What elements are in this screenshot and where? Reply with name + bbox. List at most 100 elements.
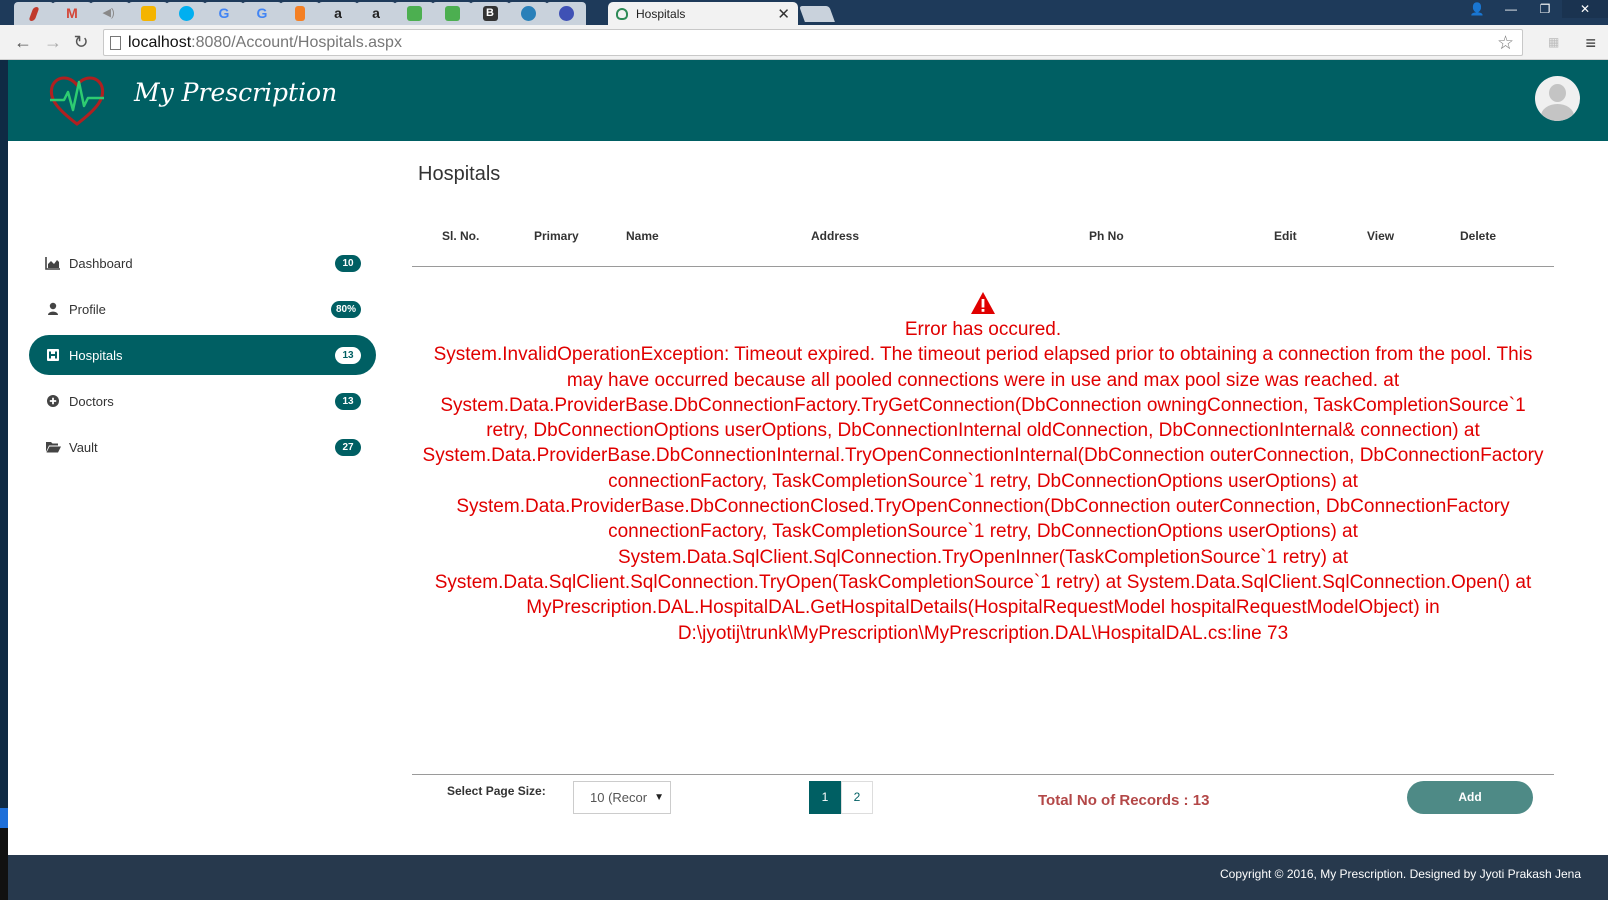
- column-header-address: Address: [811, 229, 860, 243]
- error-details: System.InvalidOperationException: Timeou…: [422, 344, 1544, 644]
- sidebar-item-label: Dashboard: [69, 255, 133, 271]
- desktop-dark: [0, 828, 8, 900]
- google-icon: G: [256, 5, 268, 21]
- browser-tab[interactable]: [546, 2, 586, 25]
- pager: 1 2: [809, 781, 873, 814]
- column-header-view: View: [1367, 229, 1395, 243]
- browser-tab[interactable]: [280, 2, 320, 25]
- close-tab-icon[interactable]: ✕: [777, 5, 790, 23]
- hospital-favicon-icon: [616, 8, 628, 20]
- hospital-icon: [45, 348, 61, 362]
- folder-open-icon: [45, 440, 61, 454]
- pdf-icon: [28, 6, 40, 21]
- browser-tab[interactable]: G: [204, 2, 244, 25]
- active-tab-title: Hospitals: [636, 7, 686, 21]
- warning-triangle-icon: [971, 292, 995, 314]
- window-controls: 👤 — ❐ ✕: [1460, 0, 1608, 20]
- browser-tab[interactable]: a: [318, 2, 358, 25]
- avatar[interactable]: [1535, 76, 1580, 121]
- browser-tab[interactable]: M: [52, 2, 92, 25]
- user-icon: [45, 302, 61, 316]
- browser-tab-strip: M ◀) G G a a B Hospitals ✕ 👤 — ❐ ✕: [0, 0, 1608, 26]
- page-size-select[interactable]: 10 (Recor ▼: [573, 781, 671, 814]
- sidebar-item-label: Vault: [69, 439, 98, 455]
- table-header: Sl. No. Primary Name Address Ph No Edit …: [412, 219, 1554, 267]
- sidebar-item-hospitals[interactable]: Hospitals 13: [29, 335, 376, 375]
- total-records: Total No of Records : 13: [1038, 792, 1210, 809]
- avatar-head: [1549, 84, 1566, 102]
- address-bar[interactable]: localhost:8080/Account/Hospitals.aspx ☆: [103, 29, 1523, 56]
- page-title: Hospitals: [418, 163, 501, 185]
- main-area: Dashboard 10 Profile 80% Hospitals 13 Do…: [8, 141, 1608, 855]
- back-arrow-icon[interactable]: ←: [12, 32, 34, 53]
- google-icon: G: [218, 5, 230, 21]
- sidebar-item-label: Profile: [69, 301, 106, 317]
- dropdown-caret-icon: ▼: [654, 792, 664, 803]
- heart-pulse-logo-icon[interactable]: [46, 72, 108, 128]
- browser-tab[interactable]: [14, 2, 54, 25]
- error-title: Error has occured.: [904, 319, 1062, 340]
- minimize-button[interactable]: —: [1494, 0, 1528, 18]
- reload-icon[interactable]: ↻: [70, 32, 92, 53]
- browser-tab[interactable]: [128, 2, 168, 25]
- column-header-sl-no: Sl. No.: [442, 229, 480, 243]
- restore-button[interactable]: ❐: [1528, 0, 1562, 18]
- forward-arrow-icon[interactable]: →: [42, 32, 64, 53]
- sidebar-item-vault[interactable]: Vault 27: [29, 427, 376, 467]
- app-header: My Prescription: [8, 60, 1608, 141]
- error-message-box: Error has occured. System.InvalidOperati…: [412, 291, 1554, 646]
- audio-icon: ◀): [102, 7, 115, 19]
- sidebar: Dashboard 10 Profile 80% Hospitals 13 Do…: [29, 243, 376, 473]
- browser-tab[interactable]: [508, 2, 548, 25]
- page-icon: [110, 36, 121, 50]
- column-header-delete: Delete: [1460, 229, 1497, 243]
- count-badge: 13: [335, 347, 361, 364]
- chart-icon: [406, 6, 422, 21]
- browser-tab[interactable]: ◀): [90, 2, 130, 25]
- browser-tab[interactable]: [166, 2, 206, 25]
- url-path: :8080/Account/Hospitals.aspx: [191, 34, 402, 51]
- column-header-edit: Edit: [1274, 229, 1297, 243]
- bootstrap-icon: B: [482, 6, 498, 21]
- browser-tab[interactable]: G: [242, 2, 282, 25]
- window-close-button[interactable]: ✕: [1562, 0, 1608, 18]
- extension-icon[interactable]: ▦: [1548, 35, 1568, 49]
- browser-toolbar: ← → ↻ localhost:8080/Account/Hospitals.a…: [0, 25, 1608, 60]
- skype-icon: [178, 6, 194, 21]
- page-button-2[interactable]: 2: [841, 781, 873, 814]
- column-header-primary: Primary: [534, 229, 579, 243]
- user-profile-icon[interactable]: 👤: [1460, 0, 1494, 18]
- sidebar-item-label: Doctors: [69, 393, 114, 409]
- browser-menu-icon[interactable]: ≡: [1585, 33, 1596, 54]
- browser-tab[interactable]: [394, 2, 434, 25]
- percent-badge: 80%: [330, 301, 361, 318]
- new-tab-button[interactable]: [799, 6, 835, 22]
- avatar-body: [1541, 104, 1574, 121]
- sidebar-item-dashboard[interactable]: Dashboard 10: [29, 243, 376, 283]
- globe-icon: [558, 6, 574, 21]
- column-header-phone: Ph No: [1089, 229, 1124, 243]
- amazon-icon: a: [334, 5, 342, 21]
- plus-circle-icon: [45, 394, 61, 408]
- page-size-label: Select Page Size:: [447, 784, 546, 798]
- app-title[interactable]: My Prescription: [134, 78, 337, 107]
- asp-icon: [520, 6, 536, 21]
- bookmark-star-icon[interactable]: ☆: [1497, 31, 1514, 56]
- count-badge: 10: [335, 255, 361, 272]
- desktop-edge: [0, 60, 8, 900]
- page-button-1[interactable]: 1: [809, 781, 841, 814]
- browser-tab[interactable]: a: [356, 2, 396, 25]
- maps-icon: [140, 6, 156, 21]
- gmail-icon: M: [66, 5, 78, 21]
- copyright-text: Copyright © 2016, My Prescription. Desig…: [1219, 867, 1581, 881]
- add-button[interactable]: Add: [1407, 781, 1533, 814]
- stackoverflow-icon: [295, 6, 305, 21]
- sidebar-item-doctors[interactable]: Doctors 13: [29, 381, 376, 421]
- browser-tab[interactable]: [432, 2, 472, 25]
- area-chart-icon: [45, 256, 61, 270]
- amazon-icon: a: [372, 5, 380, 21]
- browser-tab[interactable]: B: [470, 2, 510, 25]
- desktop-accent: [0, 808, 8, 828]
- browser-tab-active[interactable]: Hospitals ✕: [608, 2, 798, 26]
- sidebar-item-profile[interactable]: Profile 80%: [29, 289, 376, 329]
